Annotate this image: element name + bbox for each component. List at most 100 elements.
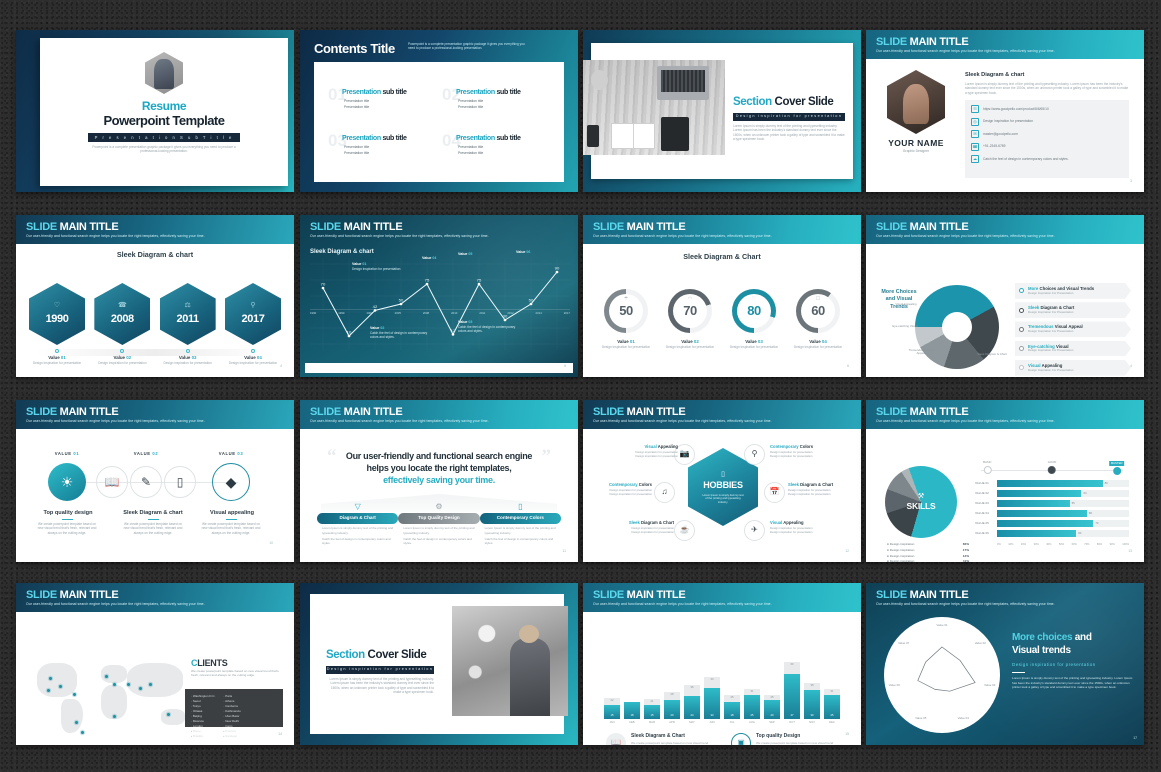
slide12-body: ⚒ SKILLS ● Design inspiration 66% ● Desig… xyxy=(871,430,1139,562)
contact-text: +91-2345-6789 xyxy=(983,144,1006,149)
timeline-desc-1: Design inspiration for presentation xyxy=(32,360,82,365)
gauge-desc-1: Design inspiration for presentation xyxy=(601,344,651,349)
column-foreground: 15 xyxy=(604,704,620,719)
monitor-icon: ▯ xyxy=(164,466,196,498)
gauge-item-4[interactable]: ☐ 60 Value 04 Design inspiration for pres… xyxy=(788,289,848,349)
slide10-main-sub: Our user-friendly and functional search … xyxy=(310,419,489,423)
timeline-item-1[interactable]: ♡ 1990 Value 01 Design inspiration for pr… xyxy=(29,283,85,365)
slide-thumbnail-3[interactable]: Section Cover Slide Design inspiration f… xyxy=(583,30,861,192)
slide2-title: Contents Title xyxy=(314,41,395,56)
contents-item-2[interactable]: 02 Presentation sub title Presentation t… xyxy=(442,85,562,110)
slide-thumbnail-16[interactable]: SLIDE MAIN TITLE Our user-friendly and f… xyxy=(866,583,1144,745)
slide11-main-sub: Our user-friendly and functional search … xyxy=(593,419,772,423)
contact-row[interactable]: ☎ +91-2345-6789 xyxy=(971,142,1123,151)
contents-item-3[interactable]: 03 Presentation sub title Presentation t… xyxy=(328,131,448,156)
page-number: 13 xyxy=(1128,549,1132,554)
slide-thumbnail-9[interactable]: SLIDE MAIN TITLE Our user-friendly and f… xyxy=(16,400,294,562)
slide-thumbnail-2[interactable]: Contents Title Powerpoint is a complete … xyxy=(300,30,578,192)
slide2-header-desc: Powerpoint is a complete presentation gr… xyxy=(408,42,525,51)
map-pin[interactable] xyxy=(81,731,84,734)
slide-thumbnail-13[interactable]: SLIDE MAIN TITLE Our user-friendly and f… xyxy=(16,583,294,745)
hexagon-timeline: ♡ 1990 Value 01 Design inspiration for pr… xyxy=(29,283,281,365)
axis-tick: JUN xyxy=(709,721,715,724)
magnifier-icon[interactable]: ⚲ xyxy=(744,444,765,465)
slide5-body: Sleek Diagram & chart ♡ 1990 Value 01 Des… xyxy=(21,245,289,373)
slide-thumbnail-1[interactable]: Resume Powerpoint Template P r e s e n t… xyxy=(16,30,294,192)
map-pin[interactable] xyxy=(167,713,170,716)
map-pin[interactable] xyxy=(113,715,116,718)
gauge-item-2[interactable]: ◠ 70 Value 02 Design inspiration for pres… xyxy=(660,289,720,349)
globe-icon: ☷ xyxy=(971,105,979,113)
donut-hole xyxy=(942,312,972,342)
mark-basic: BASIC xyxy=(983,460,992,474)
slide8-main-sub: Our user-friendly and functional search … xyxy=(876,234,1055,238)
calendar-icon[interactable]: 📅 xyxy=(764,482,785,503)
column-foreground: 25 xyxy=(744,695,760,719)
slide-thumbnail-15[interactable]: SLIDE MAIN TITLE Our user-friendly and f… xyxy=(583,583,861,745)
slide-thumbnail-10[interactable]: SLIDE MAIN TITLE Our user-friendly and f… xyxy=(300,400,578,562)
map-pin[interactable] xyxy=(73,693,76,696)
map-pin[interactable] xyxy=(75,721,78,724)
contact-row[interactable]: ☷ https://www.goodpello.com/product/8/8/6… xyxy=(971,105,1123,113)
pill-item-1[interactable]: ▽ Diagram & Chart Lorem Ipsum is simply … xyxy=(317,502,399,545)
slide-thumbnail-11[interactable]: SLIDE MAIN TITLE Our user-friendly and f… xyxy=(583,400,861,562)
donut-slice-label-3: Eye-catching Visual xyxy=(892,324,918,328)
music-icon[interactable]: ♫ xyxy=(654,482,675,503)
legend-row[interactable]: Sleek Diagram & Chart Design Inspiration … xyxy=(1015,302,1131,318)
bar-track: 55 xyxy=(997,500,1129,507)
slide-thumbnail-6[interactable]: SLIDE MAIN TITLE Our user-friendly and f… xyxy=(300,215,578,377)
slide-thumbnail-7[interactable]: SLIDE MAIN TITLE Our user-friendly and f… xyxy=(583,215,861,377)
slide-thumbnail-5[interactable]: SLIDE MAIN TITLE Our user-friendly and f… xyxy=(16,215,294,377)
column-group: 31 25 xyxy=(744,657,760,719)
map-pin[interactable] xyxy=(47,689,50,692)
slide-thumbnail-12[interactable]: SLIDE MAIN TITLE Our user-friendly and f… xyxy=(866,400,1144,562)
slide-thumbnail-14[interactable]: Section Cover Slide Design inspiration f… xyxy=(300,583,578,745)
frame-icon: ▯ xyxy=(721,470,725,478)
slide9-label-2: VALUE 02 xyxy=(133,451,159,456)
map-pin[interactable] xyxy=(113,683,116,686)
contents-item-1[interactable]: 01 Presentation sub title Presentation t… xyxy=(328,85,448,110)
legend-row[interactable]: Visual Appealing Design Inspiration For P… xyxy=(1015,360,1131,376)
svg-text:12: 12 xyxy=(451,328,456,333)
coffee-icon[interactable]: ☕ xyxy=(674,520,695,541)
column-group: 15 18 xyxy=(624,657,640,719)
page-number: 3 xyxy=(1130,179,1132,184)
map-pin[interactable] xyxy=(59,685,62,688)
plane-icon[interactable]: ✈ xyxy=(744,520,765,541)
slide7-main-sub: Our user-friendly and functional search … xyxy=(593,234,772,238)
footer-heading-2: Top quality Design xyxy=(756,733,801,739)
chart-note-2: Value 02 Catch the feel of design in cont… xyxy=(370,326,428,340)
map-pin[interactable] xyxy=(139,687,142,690)
timeline-item-3[interactable]: ⚖ 2011 Value 03 Design inspiration for pr… xyxy=(159,283,216,365)
gauge-item-3[interactable]: ♡ 80 Value 03 Design inspiration for pres… xyxy=(724,289,784,349)
gauge-item-1[interactable]: ☂ 50 Value 01 Design inspiration for pres… xyxy=(596,289,656,349)
contact-row[interactable]: ✉ master@goodpello.com xyxy=(971,130,1123,138)
pill-item-3[interactable]: ▯ Contemporary Colors Lorem Ipsum is sim… xyxy=(479,502,561,545)
column-foreground: 25 xyxy=(824,695,840,719)
slide15-main-sub: Our user-friendly and functional search … xyxy=(593,602,772,606)
legend-row[interactable]: More Choices and Visual Trends Design Ins… xyxy=(1015,283,1131,299)
legend-row[interactable]: Tremendous Visual Appeal Design Inspirati… xyxy=(1015,321,1131,337)
timeline-item-4[interactable]: ⚲ 2017 Value 04 Design inspiration for pr… xyxy=(224,283,281,365)
footer-item-2[interactable]: ▣ Top quality Design We create powerpoint… xyxy=(731,733,838,745)
contents-item-4[interactable]: 04 Presentation sub title Presentation t… xyxy=(442,131,562,156)
city-column-1: Washington D.C.SeoulTokyoOttawaBeijingMo… xyxy=(191,694,216,738)
timeline-item-2[interactable]: ☎ 2008 Value 02 Design inspiration for pr… xyxy=(94,283,151,365)
axis-tick: JUL xyxy=(729,721,735,724)
slide-thumbnail-4[interactable]: SLIDE MAIN TITLE Our user-friendly and f… xyxy=(866,30,1144,192)
contact-row[interactable]: ☁ Catch the feel of design in contemporar… xyxy=(971,155,1123,163)
map-pin[interactable] xyxy=(49,677,52,680)
timeline-desc-2: Design inspiration for presentation xyxy=(98,360,147,365)
map-pin[interactable] xyxy=(105,675,108,678)
pill-item-2[interactable]: ⚙ Top Quality Design Lorem Ipsum is simp… xyxy=(398,502,480,545)
map-pin[interactable] xyxy=(127,683,130,686)
map-pin[interactable] xyxy=(149,683,152,686)
scale-tick: 30% xyxy=(1033,542,1039,546)
slide9-desc-1: We create powerpoint template based on n… xyxy=(36,517,98,535)
slide-thumbnail-8[interactable]: SLIDE MAIN TITLE Our user-friendly and f… xyxy=(866,215,1144,377)
legend-row[interactable]: Eye-catching Visual Design Inspiration Fo… xyxy=(1015,341,1131,357)
gauge-row: ☂ 50 Value 01 Design inspiration for pres… xyxy=(596,289,848,349)
slide16-heading: More choices and Visual trends xyxy=(1012,632,1092,656)
footer-item-1[interactable]: 📖 Sleek Diagram & Chart We create powerpo… xyxy=(606,733,713,745)
contact-row[interactable]: ◎ Design inspiration for presentation xyxy=(971,117,1123,126)
